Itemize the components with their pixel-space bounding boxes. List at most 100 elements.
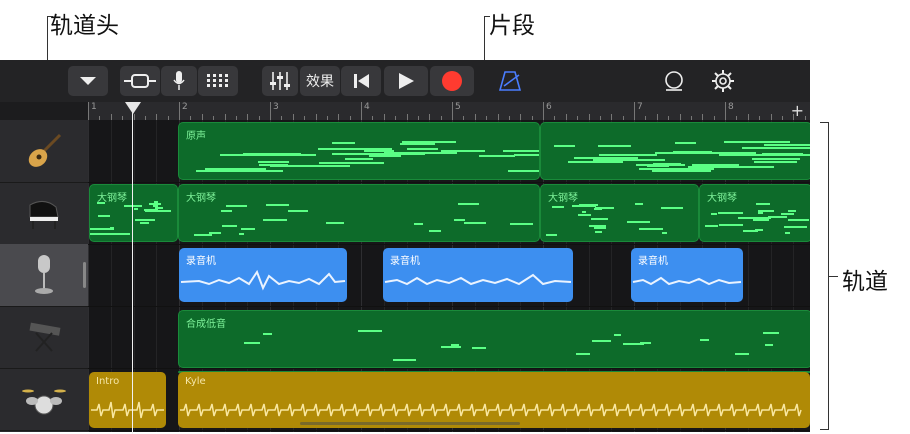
view-toggle-button[interactable] (120, 66, 160, 96)
go-to-start-button[interactable] (341, 66, 381, 96)
region-recorder[interactable]: 录音机 (631, 248, 743, 302)
midi-note (479, 155, 515, 157)
playhead[interactable] (132, 102, 133, 434)
tracks-area[interactable]: 原声 大钢琴 大钢琴 大钢琴 大钢琴 录音机 录音机 录音机 合成低音 Intr… (88, 120, 810, 432)
add-section-button[interactable]: + (791, 102, 804, 120)
region-piano[interactable]: 大钢琴 (89, 184, 178, 242)
midi-note (711, 213, 717, 215)
playhead-handle[interactable] (125, 102, 141, 114)
midi-note (578, 214, 591, 216)
region-piano[interactable]: 大钢琴 (699, 184, 810, 242)
loop-icon (665, 71, 683, 91)
metronome-icon (499, 71, 521, 91)
midi-note (332, 153, 370, 155)
midi-note (508, 170, 539, 172)
region-acoustic-loop[interactable] (540, 122, 810, 180)
midi-note (106, 233, 112, 235)
midi-note (98, 215, 110, 217)
region-piano[interactable]: 大钢琴 (540, 184, 699, 242)
midi-note (258, 161, 289, 163)
loop-button[interactable] (656, 66, 692, 96)
ruler-tick (452, 102, 453, 120)
region-recorder[interactable]: 录音机 (383, 248, 573, 302)
record-button[interactable] (430, 66, 474, 96)
midi-note (595, 231, 602, 233)
midi-note (758, 212, 763, 214)
region-label: 大钢琴 (186, 193, 216, 204)
region-recorder[interactable]: 录音机 (179, 248, 347, 302)
control-bar: 效果 (0, 60, 810, 102)
ruler-tick (361, 102, 362, 120)
callout-tracks-tick (828, 276, 838, 277)
horizontal-scrollbar[interactable] (300, 422, 520, 425)
menu-down-button[interactable] (68, 66, 108, 96)
record-icon (442, 71, 462, 91)
midi-note (688, 166, 774, 168)
midi-note (576, 353, 590, 355)
bar-number: 5 (455, 102, 461, 112)
region-drummer-kyle[interactable]: Kyle (178, 372, 810, 428)
garageband-window: 效果 1 2 3 4 5 6 7 8 + 原声 大钢琴 大钢琴 大钢琴 大钢琴 … (0, 60, 810, 432)
midi-note (742, 147, 810, 149)
bar-number: 3 (273, 102, 279, 112)
midi-note (743, 230, 758, 232)
ruler-tick (88, 102, 89, 120)
bar-number: 1 (91, 102, 97, 112)
microphone-button[interactable] (161, 66, 197, 96)
effects-button[interactable]: 效果 (300, 66, 340, 96)
midi-note (454, 219, 465, 221)
track-header-guitar[interactable] (0, 120, 88, 183)
midi-note (594, 208, 602, 210)
midi-note (243, 153, 301, 155)
track-header-piano[interactable] (0, 182, 88, 245)
bar-number: 8 (728, 102, 734, 112)
midi-note (546, 234, 557, 236)
midi-note (598, 145, 631, 147)
region-acoustic[interactable]: 原声 (178, 122, 540, 180)
ruler-tick (543, 102, 544, 120)
region-drummer-intro[interactable]: Intro (89, 372, 166, 428)
track-header-drums[interactable] (0, 368, 88, 431)
timeline-ruler[interactable]: 1 2 3 4 5 6 7 8 (88, 102, 810, 120)
grid-button[interactable] (198, 66, 238, 96)
play-button[interactable] (384, 66, 428, 96)
midi-note (647, 165, 669, 167)
midi-note (574, 157, 638, 159)
midi-note (464, 222, 486, 224)
midi-note (345, 158, 373, 160)
midi-note (765, 344, 773, 346)
settings-button[interactable] (705, 66, 741, 96)
play-icon (399, 73, 414, 89)
midi-note (591, 218, 608, 220)
gear-icon (712, 70, 734, 92)
callout-track-header-line-h (47, 16, 53, 17)
midi-note (319, 162, 384, 164)
midi-note (222, 225, 237, 227)
waveform (384, 273, 572, 286)
track-header-synth-bass[interactable] (0, 306, 88, 369)
chevron-down-icon (80, 77, 96, 85)
midi-note (97, 202, 105, 204)
mixer-button[interactable] (262, 66, 298, 96)
microphone-icon (173, 71, 185, 90)
midi-note (758, 210, 774, 212)
midi-note (599, 154, 657, 156)
midi-note (458, 203, 479, 205)
midi-note (700, 339, 709, 341)
track-resize-handle[interactable] (83, 262, 86, 288)
midi-note (594, 227, 606, 229)
midi-note (568, 161, 623, 163)
drum-pattern (180, 403, 802, 417)
midi-note (735, 353, 749, 355)
midi-note (288, 210, 308, 212)
midi-note (752, 158, 800, 160)
midi-note (579, 204, 598, 206)
region-piano[interactable]: 大钢琴 (178, 184, 540, 242)
midi-note (358, 330, 382, 332)
region-synth-bass[interactable]: 合成低音 (178, 310, 810, 368)
midi-note (266, 204, 289, 206)
track-header-recorder[interactable] (0, 244, 88, 307)
midi-note (781, 213, 794, 215)
metronome-button[interactable] (492, 66, 528, 96)
midi-note (270, 165, 350, 167)
